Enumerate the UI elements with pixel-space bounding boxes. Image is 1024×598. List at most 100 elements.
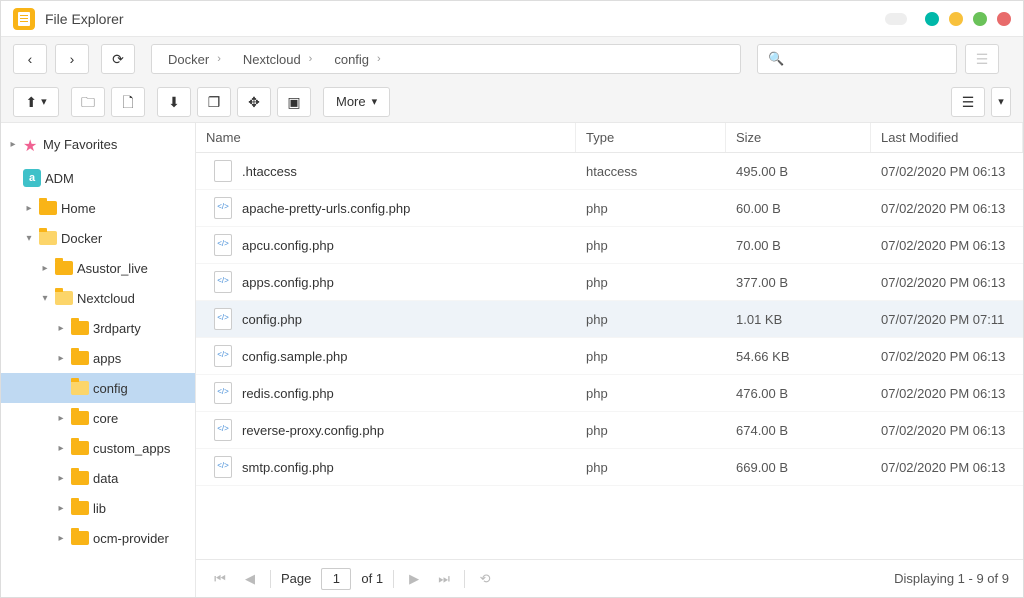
file-row[interactable]: config.phpphp1.01 KB07/07/2020 PM 07:11: [196, 301, 1023, 338]
crumb-2[interactable]: config: [332, 52, 371, 67]
folder-icon: [71, 381, 89, 395]
tree-item-ocm-provider[interactable]: ▸ocm-provider: [1, 523, 195, 553]
filter-button[interactable]: ☰: [965, 44, 999, 74]
page-next[interactable]: ▶: [404, 571, 424, 587]
tree-label: Home: [61, 201, 96, 216]
window-dot-green[interactable]: [973, 12, 987, 26]
view-list-button[interactable]: ☰: [951, 87, 985, 117]
view-dropdown-button[interactable]: ▾: [991, 87, 1011, 117]
file-type: php: [576, 312, 726, 327]
tree-item-data[interactable]: ▸data: [1, 463, 195, 493]
file-icon: [214, 234, 232, 256]
page-label: Page: [281, 571, 311, 586]
nav-toolbar: ‹ › ⟳ Docker› Nextcloud› config› 🔍 ☰: [1, 37, 1023, 81]
file-name: config.sample.php: [242, 349, 348, 364]
col-size[interactable]: Size: [726, 123, 871, 152]
page-last[interactable]: ⏭: [434, 571, 454, 587]
tree-item-asustor_live[interactable]: ▸ Asustor_live: [1, 253, 195, 283]
more-button[interactable]: More▾: [323, 87, 390, 117]
tree-item-core[interactable]: ▸core: [1, 403, 195, 433]
file-size: 54.66 KB: [726, 349, 871, 364]
file-icon: [214, 382, 232, 404]
folder-icon: [71, 321, 89, 335]
file-row[interactable]: config.sample.phpphp54.66 KB07/02/2020 P…: [196, 338, 1023, 375]
window-dot-teal[interactable]: [925, 12, 939, 26]
forward-button[interactable]: ›: [55, 44, 89, 74]
window-dot-yellow[interactable]: [949, 12, 963, 26]
disclosure-icon: ▾: [39, 293, 51, 304]
tree-item-home[interactable]: ▸ Home: [1, 193, 195, 223]
sidebar-favorites[interactable]: ▸ ★ My Favorites: [1, 129, 195, 159]
file-name: .htaccess: [242, 164, 297, 179]
refresh-button[interactable]: ⟳: [101, 44, 135, 74]
file-name: config.php: [242, 312, 302, 327]
tree-item-custom_apps[interactable]: ▸custom_apps: [1, 433, 195, 463]
page-of: of 1: [361, 571, 383, 586]
page-refresh[interactable]: ⟲: [475, 571, 495, 587]
col-type[interactable]: Type: [576, 123, 726, 152]
file-icon: [214, 419, 232, 441]
file-row[interactable]: redis.config.phpphp476.00 B07/02/2020 PM…: [196, 375, 1023, 412]
page-prev[interactable]: ◀: [240, 571, 260, 587]
file-icon: [214, 456, 232, 478]
copy-button[interactable]: ❐: [197, 87, 231, 117]
file-size: 669.00 B: [726, 460, 871, 475]
tree-item-docker[interactable]: ▾Docker: [1, 223, 195, 253]
upload-button[interactable]: ⬆▾: [13, 87, 59, 117]
disclosure-icon: ▸: [55, 443, 67, 454]
disclosure-icon: ▸: [55, 353, 67, 364]
file-row[interactable]: apps.config.phpphp377.00 B07/02/2020 PM …: [196, 264, 1023, 301]
download-button[interactable]: ⬇: [157, 87, 191, 117]
search-input[interactable]: [790, 52, 946, 67]
select-all-button[interactable]: ▣: [277, 87, 311, 117]
file-name: apache-pretty-urls.config.php: [242, 201, 410, 216]
move-button[interactable]: ✥: [237, 87, 271, 117]
disclosure-icon: ▸: [23, 203, 35, 214]
col-modified[interactable]: Last Modified: [871, 123, 1023, 152]
new-folder-button[interactable]: 🗀: [71, 87, 105, 117]
folder-icon: [71, 471, 89, 485]
folder-icon: [71, 351, 89, 365]
file-name: apcu.config.php: [242, 238, 334, 253]
file-icon: [214, 271, 232, 293]
tree-item-config[interactable]: config: [1, 373, 195, 403]
disclosure-icon: ▸: [39, 263, 51, 274]
file-list-panel: Name Type Size Last Modified .htaccessht…: [196, 123, 1023, 597]
minimize-pill[interactable]: [885, 13, 907, 25]
tree-label: core: [93, 411, 118, 426]
crumb-0[interactable]: Docker: [166, 52, 211, 67]
tree-label: Asustor_live: [77, 261, 148, 276]
file-row[interactable]: reverse-proxy.config.phpphp674.00 B07/02…: [196, 412, 1023, 449]
page-input[interactable]: [321, 568, 351, 590]
tree-label: ocm-provider: [93, 531, 169, 546]
tree-label: Nextcloud: [77, 291, 135, 306]
window-dot-red[interactable]: [997, 12, 1011, 26]
crumb-1[interactable]: Nextcloud: [241, 52, 303, 67]
breadcrumb[interactable]: Docker› Nextcloud› config›: [151, 44, 741, 74]
file-modified: 07/02/2020 PM 06:13: [871, 386, 1023, 401]
new-file-button[interactable]: 🗋: [111, 87, 145, 117]
file-type: php: [576, 386, 726, 401]
back-button[interactable]: ‹: [13, 44, 47, 74]
page-first[interactable]: ⏮: [210, 571, 230, 587]
file-row[interactable]: apache-pretty-urls.config.phpphp60.00 B0…: [196, 190, 1023, 227]
sidebar-adm[interactable]: a ADM: [1, 163, 195, 193]
folder-icon: [39, 231, 57, 245]
disclosure-icon: ▾: [23, 233, 35, 244]
file-row[interactable]: .htaccesshtaccess495.00 B07/02/2020 PM 0…: [196, 153, 1023, 190]
tree-item-3rdparty[interactable]: ▸3rdparty: [1, 313, 195, 343]
sidebar: ▸ ★ My Favorites a ADM ▸ Home ▾Docker ▸ Asus…: [1, 123, 196, 597]
file-name: smtp.config.php: [242, 460, 334, 475]
display-count: Displaying 1 - 9 of 9: [894, 571, 1009, 586]
disclosure-icon: ▸: [55, 503, 67, 514]
file-size: 70.00 B: [726, 238, 871, 253]
col-name[interactable]: Name: [196, 123, 576, 152]
file-row[interactable]: smtp.config.phpphp669.00 B07/02/2020 PM …: [196, 449, 1023, 486]
file-type: php: [576, 349, 726, 364]
tree-item-apps[interactable]: ▸apps: [1, 343, 195, 373]
tree-item-lib[interactable]: ▸lib: [1, 493, 195, 523]
search-box[interactable]: 🔍: [757, 44, 957, 74]
file-row[interactable]: apcu.config.phpphp70.00 B07/02/2020 PM 0…: [196, 227, 1023, 264]
tree-item-nextcloud[interactable]: ▾ Nextcloud: [1, 283, 195, 313]
folder-icon: [39, 201, 57, 215]
